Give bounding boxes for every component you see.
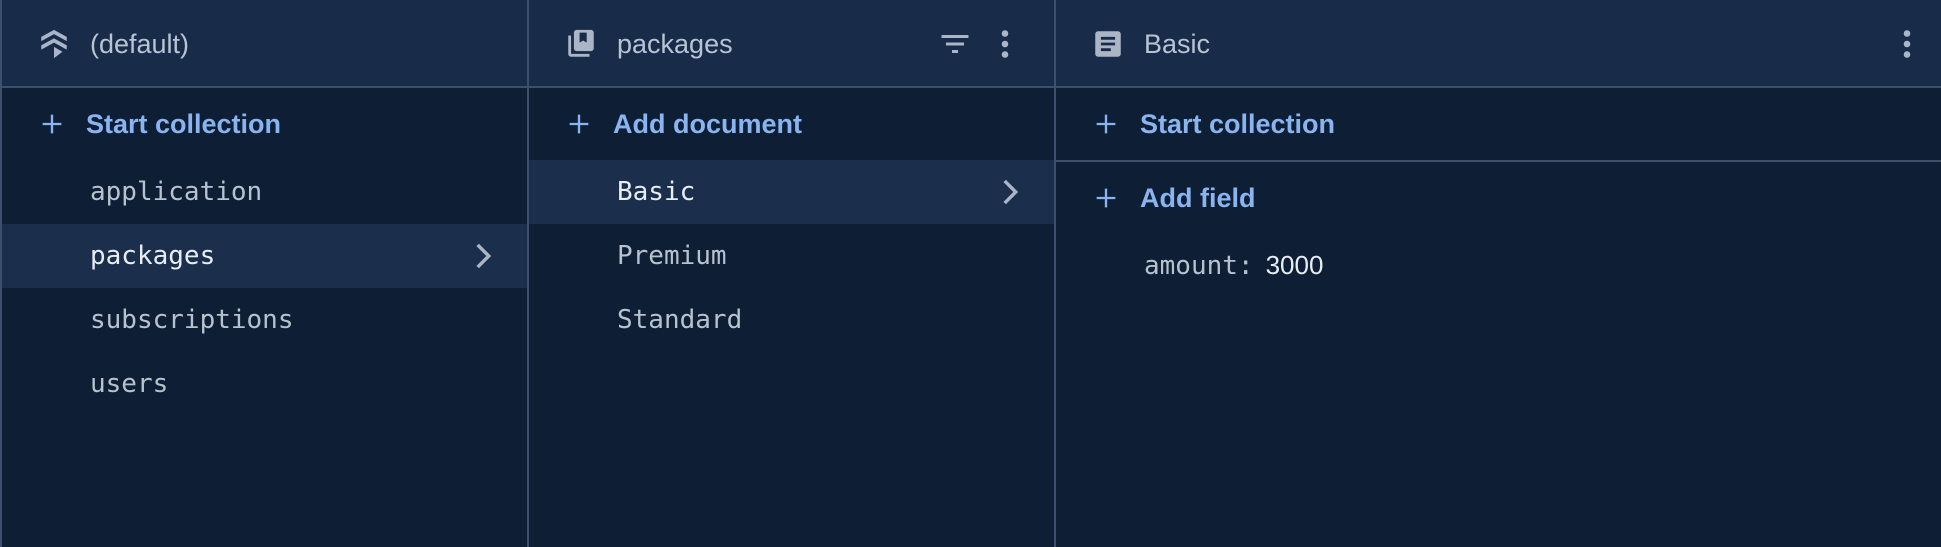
document-pane: Basic Start collection Add field amount:… [1056,0,1941,547]
collection-pane-header: packages [529,0,1054,88]
chevron-right-icon [1003,179,1019,205]
document-pane-header: Basic [1056,0,1941,88]
start-collection-label: Start collection [86,109,282,139]
plus-icon [42,114,62,134]
collection-item-packages[interactable]: packages [2,224,527,288]
document-item-basic[interactable]: Basic [529,160,1054,224]
add-document-label: Add document [613,109,802,139]
firestore-stack-icon [36,26,72,62]
filter-icon [941,35,969,53]
start-subcollection-label: Start collection [1140,109,1336,139]
start-collection-button[interactable]: Start collection [2,88,527,160]
collection-pane-title: packages [617,29,733,59]
collection-item-label: application [90,177,263,207]
collection-more-button[interactable] [987,26,1023,62]
document-icon [1090,26,1126,62]
collection-icon [563,26,599,62]
document-more-button[interactable] [1889,26,1925,62]
start-subcollection-button[interactable]: Start collection [1056,88,1941,162]
plus-icon [1096,114,1116,134]
document-item-premium[interactable]: Premium [529,224,1054,288]
document-item-standard[interactable]: Standard [529,288,1054,352]
chevron-right-icon [476,243,492,269]
collection-item-subscriptions[interactable]: subscriptions [2,288,527,352]
document-pane-title: Basic [1144,29,1211,59]
field-key: amount: [1144,251,1254,281]
document-item-label: Basic [617,177,696,207]
collection-pane: packages Add document Basic Premium Stan… [529,0,1056,547]
collection-item-label: users [90,369,169,399]
collection-item-label: packages [90,241,216,271]
document-item-label: Standard [617,305,743,335]
filter-button[interactable] [937,26,973,62]
more-vert-icon [1001,30,1009,58]
field-value: 3000 [1265,250,1324,280]
add-field-button[interactable]: Add field [1056,162,1941,234]
add-document-button[interactable]: Add document [529,88,1054,160]
document-field-row[interactable]: amount: 3000 [1144,250,1323,281]
collection-item-application[interactable]: application [2,160,527,224]
document-item-label: Premium [617,241,727,271]
root-pane: (default) Start collection application p… [2,0,529,547]
plus-icon [1096,188,1116,208]
collection-item-label: subscriptions [90,305,294,335]
root-pane-header: (default) [2,0,527,88]
more-vert-icon [1903,30,1911,58]
plus-icon [569,114,589,134]
add-field-label: Add field [1140,183,1256,213]
firestore-data-viewer: (default) Start collection application p… [0,0,1941,547]
collection-item-users[interactable]: users [2,352,527,416]
root-pane-title: (default) [90,29,190,59]
